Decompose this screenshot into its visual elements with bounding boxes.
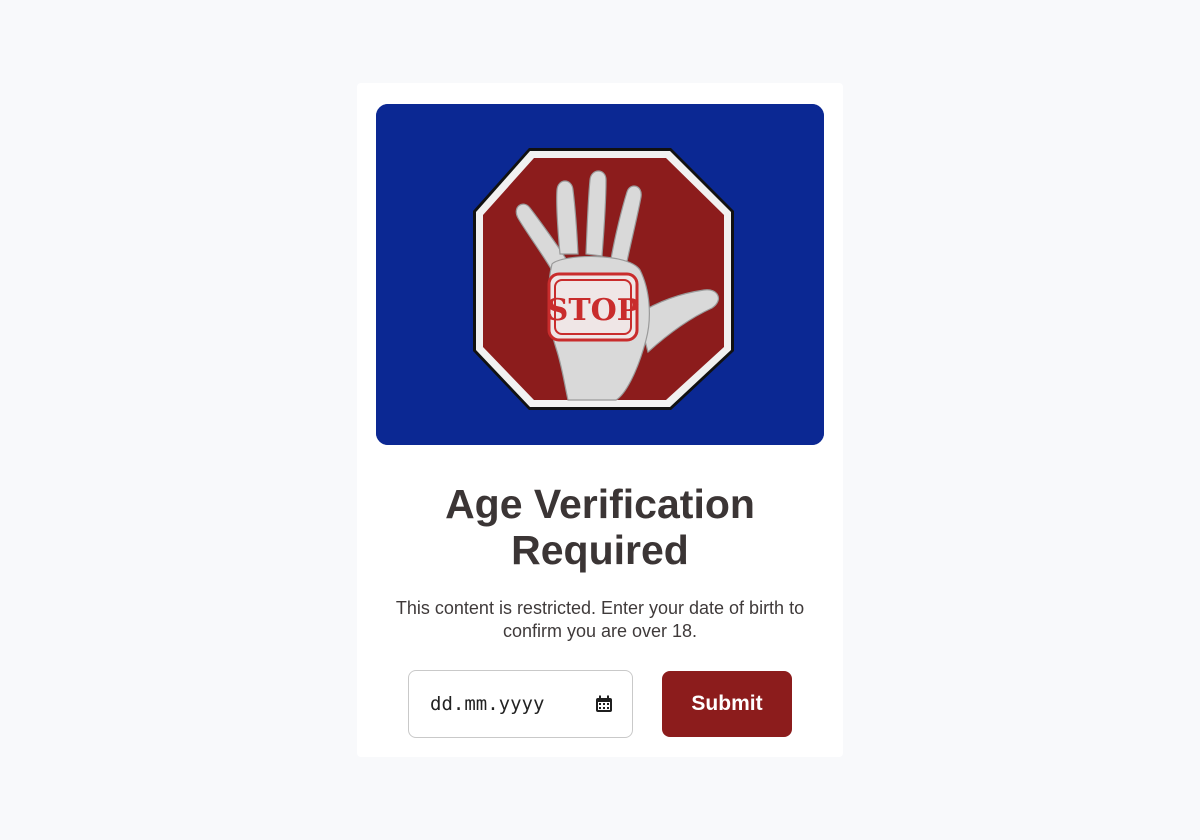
submit-button[interactable]: Submit xyxy=(662,671,792,737)
calendar-icon[interactable] xyxy=(595,695,613,713)
stop-hand-icon: STOP xyxy=(376,104,824,445)
page-title: Age Verification Required xyxy=(445,481,755,573)
age-verification-card: STOP Age Verification Required This cont… xyxy=(357,83,843,757)
stop-text: STOP xyxy=(547,293,640,328)
stop-hand-image: STOP xyxy=(376,104,824,445)
description-text: This content is restricted. Enter your d… xyxy=(395,598,805,641)
